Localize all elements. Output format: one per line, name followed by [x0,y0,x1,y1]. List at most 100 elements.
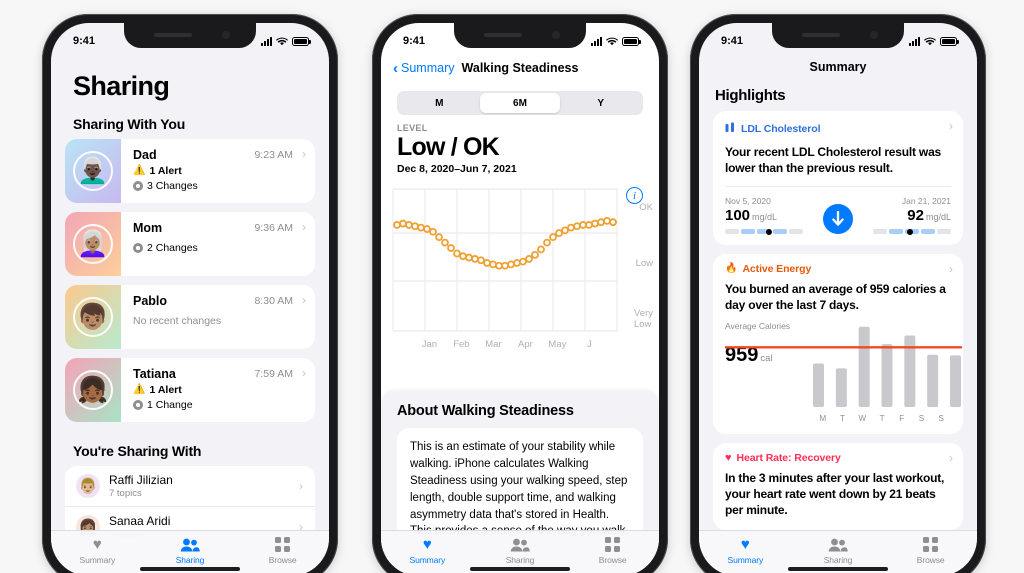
data-point [507,260,515,269]
tab-sharing[interactable]: Sharing [474,537,567,565]
time-range-segmented-control[interactable]: M 6M Y [397,91,643,115]
share-row[interactable]: 👨🏿‍🦳 Dad 9:23 AM › ⚠️ 1 Alert 3 Changes [65,139,315,203]
bar [858,327,870,408]
cellular-signal-icon [591,36,602,46]
segment-y[interactable]: Y [560,93,641,113]
highlight-card-ldl[interactable]: LDL Cholesterol › Your recent LDL Choles… [713,111,963,246]
chevron-right-icon: › [302,293,306,307]
bar [950,355,961,408]
segment-m[interactable]: M [399,93,480,113]
tab-browse[interactable]: Browse [884,537,977,565]
data-point [555,229,563,237]
avatar: 👩🏽‍🦳 [65,212,121,276]
weekday-label: M [819,414,827,424]
level-value: Low / OK [397,133,500,161]
page-title: Sharing [73,71,170,101]
x-tick-label: Mar [485,339,501,350]
data-point [435,233,443,242]
x-tick-label: Feb [453,339,469,350]
changes-text: 2 Changes [147,242,198,254]
chevron-right-icon: › [949,451,953,466]
segment-6m[interactable]: 6M [479,93,561,113]
data-point [591,219,599,228]
changes-row: No recent changes [133,315,305,327]
avatar: 👨🏿‍🦳 [65,139,121,203]
nav-bar: ‹ Summary Walking Steadiness [381,53,659,83]
chevron-right-icon: › [302,366,306,380]
summary-content: Highlights LDL Cholesterol › Your recent… [699,81,977,573]
bar [813,363,824,408]
tab-label: Browse [268,554,297,565]
ldl-cur-scale [873,228,952,235]
data-point [609,218,617,227]
contact-name: Raffi Jilizian [109,473,173,487]
ldl-previous: Nov 5, 2020 100 mg/dL [725,196,804,235]
share-row[interactable]: 👦🏽 Pablo 8:30 AM › No recent changes [65,285,315,349]
weekday-label: S [918,414,925,424]
phone-walking-steadiness: 9:41 ‹ Summary Walking Steadiness M 6M Y… [372,14,668,573]
memoji-icon: 👨🏿‍🦳 [73,151,113,191]
weekday-labels: MTWTFSS [813,414,951,423]
ldl-prev-value: 100 mg/dL [725,207,778,225]
data-point [519,257,527,266]
data-point [411,222,419,231]
tab-sharing[interactable]: Sharing [792,537,885,565]
card-title: Active Energy [742,263,812,276]
tab-summary[interactable]: ♥ Summary [51,537,144,565]
ws-content: M 6M Y LEVEL Low / OK Dec 8, 2020–Jun 7,… [381,83,659,573]
chevron-right-icon: › [302,147,306,161]
tab-label: Summary [727,555,764,565]
chevron-right-icon: › [949,119,953,133]
topics-count: 7 topics [109,488,142,499]
data-point [597,218,605,227]
status-time: 9:41 [721,35,744,47]
data-point [447,244,455,252]
grid-icon [605,537,620,552]
alert-text: 1 Alert [149,165,182,177]
tab-label: Sharing [175,555,205,565]
bar [881,344,893,408]
warning-icon: ⚠️ [133,384,146,395]
tab-summary[interactable]: ♥ Summary [381,537,474,565]
data-point [489,260,497,269]
ldl-cur-date: Jan 21, 2021 [901,196,951,207]
memoji-icon: 👧🏾 [73,370,113,410]
data-point [393,221,401,229]
share-row[interactable]: 👩🏽‍🦳 Mom 9:36 AM › 2 Changes [65,212,315,276]
changes-text: 3 Changes [147,180,198,192]
changes-row: 2 Changes [133,242,305,254]
data-point [417,223,425,232]
down-arrow-icon [823,204,853,235]
cellular-signal-icon [909,36,920,46]
tab-browse[interactable]: Browse [566,537,659,565]
highlight-card-active-energy[interactable]: 🔥 Active Energy › You burned an average … [713,254,963,435]
change-icon [133,400,143,410]
weekday-label: F [899,414,905,424]
chevron-left-icon: ‹ [393,59,398,77]
share-row[interactable]: 👧🏾 Tatiana 7:59 AM › ⚠️ 1 Alert 1 Change [65,358,315,422]
y-tick-ok: OK [639,202,653,213]
data-point [579,221,587,229]
tab-sharing[interactable]: Sharing [144,537,237,565]
ldl-prev-scale [725,228,804,235]
highlight-card-heart-rate[interactable]: ♥ Heart Rate: Recovery › In the 3 minute… [713,443,963,530]
data-point [603,216,611,225]
tab-browse[interactable]: Browse [236,537,329,565]
card-title: Heart Rate: Recovery [736,452,841,465]
data-point [573,222,581,231]
screen-sharing: 9:41 Sharing Sharing With You 👨🏿‍🦳 [51,23,329,573]
list-item[interactable]: 👨🏼 Raffi Jilizian 7 topics › [65,466,315,506]
contact-time: 8:30 AM [254,295,293,307]
weekday-label: T [879,414,885,424]
notch [772,23,904,48]
chevron-right-icon: › [949,262,953,277]
heart-icon: ♥ [725,451,732,464]
wifi-icon [924,37,936,46]
wifi-icon [606,37,618,46]
steadiness-chart: Jan Feb Mar Apr May J OK Low Very Low [381,181,659,363]
memoji-icon: 👦🏽 [73,297,113,337]
tab-summary[interactable]: ♥ Summary [699,537,792,565]
back-button[interactable]: ‹ Summary [393,61,454,76]
card-body: You burned an average of 959 calories a … [725,282,946,313]
data-point [543,238,551,247]
